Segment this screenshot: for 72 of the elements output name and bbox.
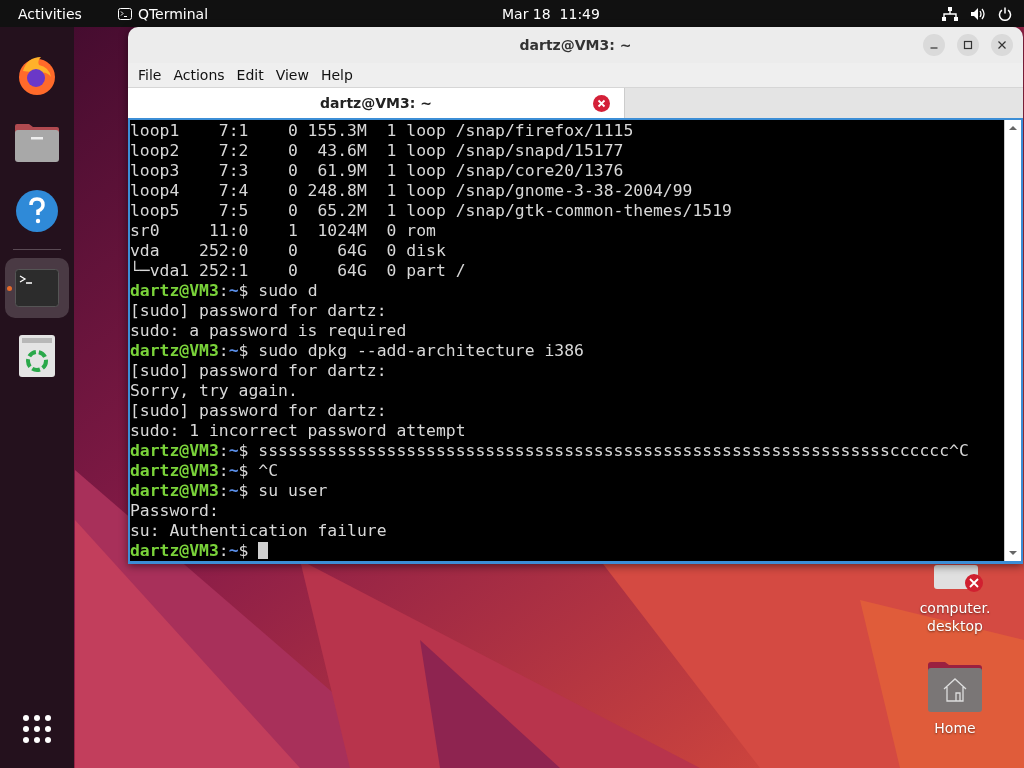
terminal-output: [sudo] password for dartz: — [130, 301, 387, 320]
menu-item[interactable]: View — [269, 67, 315, 83]
prompt-separator: : — [218, 541, 229, 560]
prompt-user: dartz@VM3 — [130, 341, 219, 360]
prompt-separator: : — [218, 441, 229, 460]
terminal-output: vda 252:0 0 64G 0 disk — [130, 241, 446, 260]
prompt-sign: $ — [238, 461, 249, 480]
terminal-output: sudo: 1 incorrect password attempt — [130, 421, 466, 440]
prompt-sign: $ — [238, 481, 249, 500]
folder-icon[interactable] — [14, 123, 60, 163]
prompt-user: dartz@VM3 — [130, 441, 219, 460]
prompt-sign: $ — [238, 441, 249, 460]
terminal-command: sssssssssssssssssssssssssssssssssssssssssssssssssssssssssssssssscccccc^C — [258, 441, 969, 460]
prompt-separator: : — [218, 461, 229, 480]
prompt-path: ~ — [228, 461, 239, 480]
terminal-output: loop2 7:2 0 43.6M 1 loop /snap/snapd/15177 — [130, 141, 624, 160]
terminal-command: sudo d — [258, 281, 318, 300]
terminal-output: sudo: a password is required — [130, 321, 407, 340]
terminal-icon — [117, 7, 132, 20]
prompt-separator: : — [218, 281, 229, 300]
desktop-icon-label[interactable]: Home — [934, 719, 976, 737]
prompt-separator: : — [218, 341, 229, 360]
terminal-output: loop1 7:1 0 155.3M 1 loop /snap/firefox/1115 — [130, 121, 634, 140]
clock[interactable]: Mar 18 11:49 — [502, 5, 600, 22]
prompt-user: dartz@VM3 — [130, 281, 219, 300]
prompt-sign: $ — [238, 341, 249, 360]
prompt-path: ~ — [228, 541, 239, 560]
desktop-icon-label[interactable]: computer. desktop — [919, 599, 991, 635]
prompt-sign: $ — [238, 281, 249, 300]
terminal-output: sr0 11:0 1 1024M 0 rom — [130, 221, 436, 240]
window-title: dartz@VM3: ~ — [519, 37, 632, 53]
app-menu[interactable]: QTerminal — [137, 5, 209, 22]
maximize-button[interactable] — [957, 34, 979, 56]
terminal-output: [sudo] password for dartz: — [130, 361, 387, 380]
trash-icon[interactable] — [18, 334, 56, 378]
close-button[interactable] — [991, 34, 1013, 56]
menu-item[interactable]: Edit — [230, 67, 270, 83]
prompt-path: ~ — [228, 441, 239, 460]
terminal-output: Password: — [130, 501, 219, 520]
terminal-output: loop5 7:5 0 65.2M 1 loop /snap/gtk-common-themes/1519 — [130, 201, 732, 220]
prompt-path: ~ — [228, 341, 239, 360]
app-grid-icon[interactable] — [22, 714, 52, 744]
menu-item[interactable]: Actions — [167, 67, 231, 83]
terminal-output: └─vda1 252:1 0 64G 0 part / — [130, 261, 466, 280]
prompt-path: ~ — [228, 281, 239, 300]
menu-item[interactable]: File — [132, 67, 168, 83]
menu-item[interactable]: Help — [314, 67, 359, 83]
terminal-command: su user — [258, 481, 328, 500]
terminal-output: loop4 7:4 0 248.8M 1 loop /snap/gnome-3-38-2004/99 — [130, 181, 693, 200]
terminal-command: ^C — [258, 461, 279, 480]
minimize-button[interactable] — [923, 34, 945, 56]
close-tab-icon[interactable] — [593, 95, 610, 112]
tab[interactable]: dartz@VM3: ~ — [128, 88, 625, 118]
prompt-separator: : — [218, 481, 229, 500]
activities-button[interactable]: Activities — [18, 5, 82, 22]
power-icon[interactable] — [998, 6, 1012, 21]
prompt-sign: $ — [238, 541, 249, 560]
network-icon[interactable] — [942, 6, 958, 21]
help-icon[interactable] — [15, 189, 59, 233]
scrollbar[interactable] — [1004, 120, 1021, 561]
prompt-user: dartz@VM3 — [130, 541, 219, 560]
home-folder-icon[interactable] — [926, 661, 984, 713]
running-indicator — [7, 286, 12, 291]
terminal-output: Sorry, try again. — [130, 381, 298, 400]
prompt-path: ~ — [228, 481, 239, 500]
prompt-user: dartz@VM3 — [130, 461, 219, 480]
prompt-user: dartz@VM3 — [130, 481, 219, 500]
terminal-command: sudo dpkg --add-architecture i386 — [258, 341, 584, 360]
volume-icon[interactable] — [970, 6, 986, 21]
terminal-output: su: Authentication failure — [130, 521, 387, 540]
terminal-output: loop3 7:3 0 61.9M 1 loop /snap/core20/1376 — [130, 161, 624, 180]
terminal-output: [sudo] password for dartz: — [130, 401, 387, 420]
